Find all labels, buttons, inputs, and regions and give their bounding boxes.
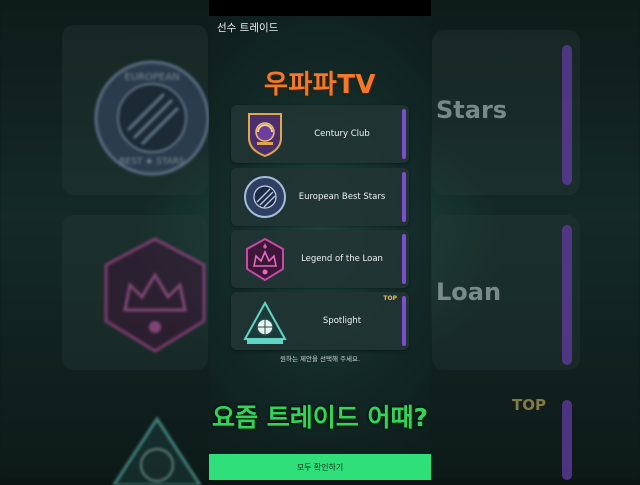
legend-of-the-loan-badge-icon [246,237,284,282]
european-best-stars-badge-icon [244,176,286,218]
bg-stars-text: Stars [436,96,508,124]
svg-text:BEST ★ STARS: BEST ★ STARS [119,157,185,167]
trade-option-century-club[interactable]: Century Club [231,105,409,163]
trade-option-spotlight[interactable]: Spotlight TOP [231,292,409,350]
option-indicator-bar [402,172,406,222]
trade-option-label: Spotlight [322,316,362,326]
channel-brand-title: 우파파TV [263,70,377,100]
century-club-badge-icon [248,113,282,158]
page-title: 선수 트레이드 [217,22,279,34]
option-indicator-bar [402,234,406,284]
top-badge: TOP [383,295,397,302]
trade-option-label: Legend of the Loan [301,254,383,264]
bg-european-badge-icon: EUROPEAN BEST ★ STARS [94,60,210,176]
option-indicator-bar [402,109,406,159]
trade-option-label: Century Club [314,129,370,139]
trade-option-legend-of-the-loan[interactable]: Legend of the Loan [231,230,409,288]
overlay-caption: 요즘 트레이드 어때? [212,403,428,432]
trade-option-label: European Best Stars [298,192,386,202]
bg-scroll-bar [562,45,572,185]
confirm-all-button[interactable]: 모두 확인하기 [209,454,431,480]
option-indicator-bar [402,296,406,346]
bg-scroll-bar [562,225,572,365]
selection-hint: 원하는 제안을 선택해 주세요. [279,355,361,363]
trade-option-european-best-stars[interactable]: European Best Stars [231,168,409,226]
bg-legend-badge-icon [104,237,206,353]
svg-text:EUROPEAN: EUROPEAN [124,72,179,83]
status-bar [209,0,431,16]
bg-loan-text: Loan [436,278,502,306]
spotlight-badge-icon [243,300,287,344]
